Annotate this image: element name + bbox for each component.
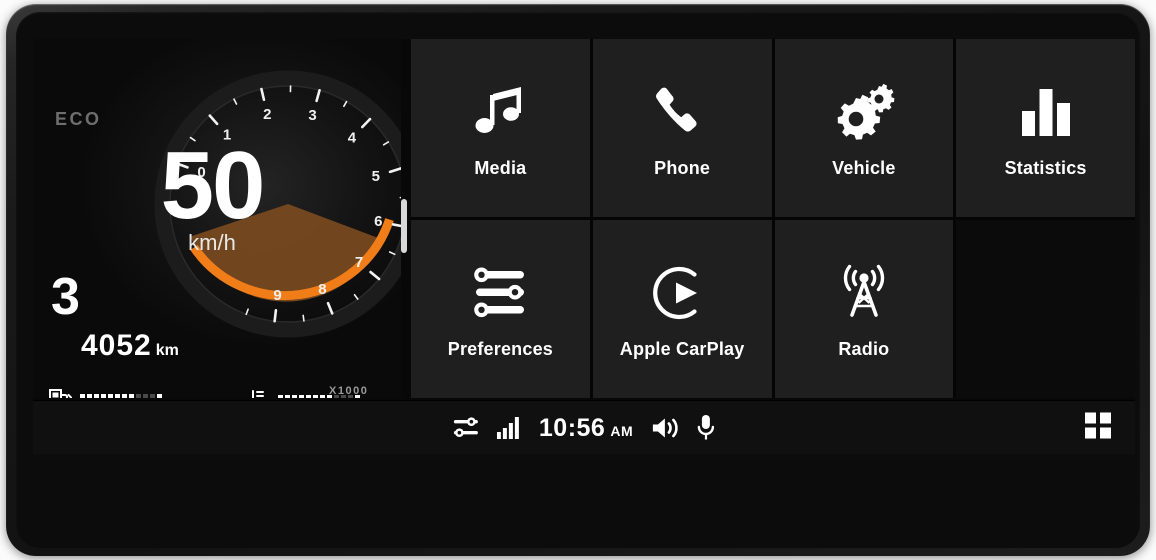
tile-media[interactable]: Media <box>411 39 590 217</box>
tach-tick-label: 5 <box>372 168 380 185</box>
coolant-temperature-bars <box>278 394 360 398</box>
tach-tick-label: 6 <box>374 213 382 230</box>
sliders-icon <box>470 259 530 327</box>
tile-apple-carplay[interactable]: Apple CarPlay <box>592 220 772 398</box>
tach-tick-label: 3 <box>308 107 316 124</box>
microphone-icon[interactable] <box>697 415 715 441</box>
screen: 0123456789 X1000 ECO 50 km/h 3 4052 km M… <box>33 39 1135 454</box>
tile-label: Phone <box>654 157 711 178</box>
tile-radio[interactable]: Radio <box>774 220 954 398</box>
tach-tick-label: 7 <box>355 254 363 271</box>
odometer: 4052 km <box>81 329 179 363</box>
gears-icon <box>833 78 895 146</box>
app-grid-icon[interactable] <box>1085 412 1111 443</box>
tile-label: Media <box>474 157 527 178</box>
fuel-pump-icon <box>49 388 73 398</box>
infotainment-device: 0123456789 X1000 ECO 50 km/h 3 4052 km M… <box>6 4 1150 556</box>
tach-tick-label: 2 <box>263 106 271 123</box>
tach-tick-label: 8 <box>318 281 326 298</box>
coolant-temperature-gauge <box>239 388 360 398</box>
clock-time: 10:56 <box>538 413 606 442</box>
tile-preferences[interactable]: Preferences <box>411 220 590 398</box>
odometer-value: 4052 <box>81 329 152 362</box>
volume-icon[interactable] <box>651 416 679 440</box>
tile-label: Apple CarPlay <box>619 338 745 359</box>
speed-readout: 50 km/h <box>117 132 307 256</box>
tile-label: Statistics <box>1004 157 1087 178</box>
tile-phone[interactable]: Phone <box>592 39 772 217</box>
tile-label: Radio <box>838 338 890 359</box>
instrument-cluster: 0123456789 X1000 ECO 50 km/h 3 4052 km <box>33 39 401 398</box>
speed-value: 50 <box>160 132 266 239</box>
gear-indicator: 3 <box>51 268 80 326</box>
tile-statistics[interactable]: Statistics <box>956 39 1135 217</box>
fuel-level-bars <box>80 393 162 398</box>
tile-empty-slot <box>956 220 1135 398</box>
clock-meridiem: AM <box>610 422 634 439</box>
speed-unit: km/h <box>188 230 236 256</box>
tach-tick-label: 4 <box>348 129 357 146</box>
signal-bars-icon <box>496 417 521 439</box>
music-note-icon <box>469 78 531 146</box>
odometer-unit: km <box>155 342 179 359</box>
clock: 10:56 AM <box>539 414 633 443</box>
coolant-temperature-icon <box>239 388 271 398</box>
app-tile-grid: Media Phone Vehicle Statistics Preferenc… <box>411 39 1135 398</box>
radio-tower-icon <box>834 259 894 327</box>
sliders-icon[interactable] <box>453 417 479 439</box>
status-bar: 10:56 AM <box>33 400 1135 454</box>
fuel-gauge <box>49 388 162 398</box>
status-bar-center-group: 10:56 AM <box>453 401 715 455</box>
tile-vehicle[interactable]: Vehicle <box>774 39 954 217</box>
page-scroll-handle[interactable] <box>401 199 407 253</box>
bar-chart-icon <box>1017 78 1075 146</box>
phone-handset-icon <box>653 78 711 146</box>
carplay-icon <box>653 259 711 327</box>
eco-indicator: ECO <box>55 109 102 129</box>
tile-label: Vehicle <box>832 157 896 178</box>
tach-tick-label: 9 <box>273 287 281 304</box>
tile-label: Preferences <box>447 338 554 359</box>
